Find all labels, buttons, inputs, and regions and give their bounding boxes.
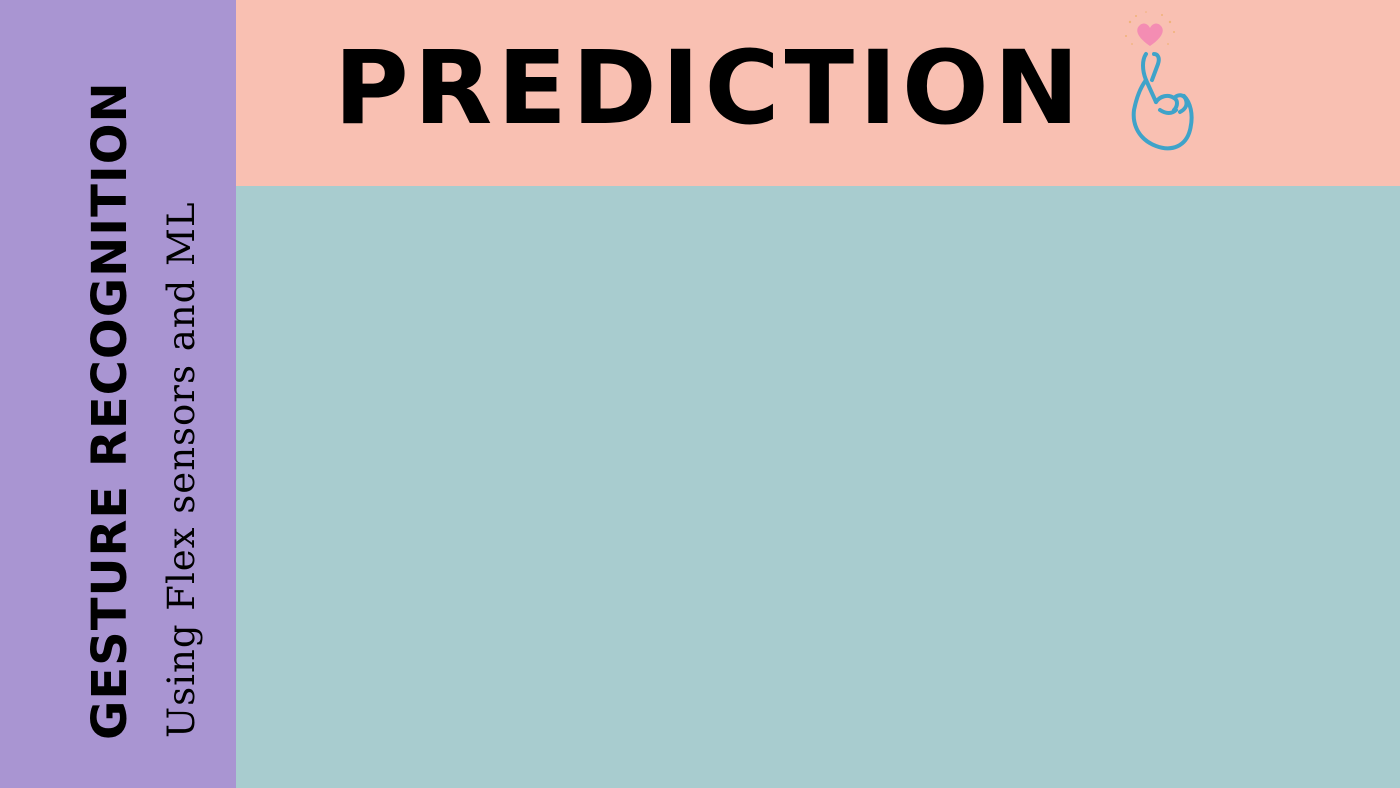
sidebar-subtitle: Using Flex sensors and ML	[160, 201, 203, 738]
sidebar-title: GESTURE RECOGNITION	[82, 81, 138, 740]
main-content-area	[236, 186, 1400, 788]
finger-heart-icon	[1125, 11, 1194, 151]
sidebar-text-group: GESTURE RECOGNITION Using Flex sensors a…	[0, 0, 236, 788]
sidebar: GESTURE RECOGNITION Using Flex sensors a…	[0, 0, 236, 788]
page-title: PREDICTION	[334, 29, 1085, 148]
header: PREDICTION	[236, 0, 1400, 186]
